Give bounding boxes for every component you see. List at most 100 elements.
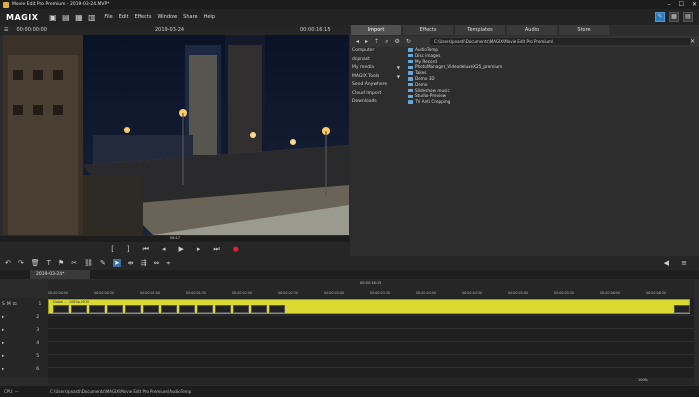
timeline-tab[interactable]: 2019-03-24* — [30, 270, 90, 279]
layout-grid-icon[interactable]: ▦ — [669, 12, 679, 22]
ruler-tick: 00:00:02:00 — [232, 291, 253, 295]
tab-import[interactable]: Import — [351, 25, 401, 35]
track-header-1[interactable]: S M ⊡ 1 — [2, 302, 41, 307]
mixer-icon[interactable]: ≡ — [681, 259, 687, 267]
sidebar-item-my-media[interactable]: My media ▼ — [350, 64, 406, 73]
magix-logo: MAGIX — [6, 12, 39, 22]
ruler-tick: 00:00:06:30 — [646, 291, 667, 295]
track-header-2[interactable]: ▸ 2 — [2, 315, 39, 320]
delete-icon[interactable]: 🗑 — [31, 259, 40, 267]
go-start-icon[interactable]: ⏮ — [143, 245, 149, 254]
menu-window[interactable]: Window — [157, 14, 177, 20]
folder-icon — [408, 77, 413, 81]
timeline-toolbar: ↶ ↷ 🗑 T ⚑ ✂ ⛓ ✎ ➤ ⇹ ⇶ ⇔ ⌖ ◀ ≡ — [0, 256, 699, 270]
play-icon[interactable]: ▶ — [178, 245, 183, 253]
pointer-icon[interactable]: ➤ — [112, 259, 121, 267]
track-divider — [48, 315, 694, 316]
volume-icon[interactable]: ◀ — [664, 259, 669, 267]
tab-effects[interactable]: Effects — [403, 25, 453, 35]
go-end-icon[interactable]: ⏭ — [213, 245, 219, 254]
sidebar-item-magix-tools[interactable]: MAGIX Tools ▼ — [350, 73, 406, 82]
vertical-scrollbar[interactable] — [694, 298, 699, 378]
mark-out-button[interactable]: ] — [127, 245, 130, 253]
sidebar-item-send-anywhere[interactable]: Send Anywhere — [350, 81, 406, 90]
clip-thumbnail — [233, 305, 249, 313]
timeline-ruler[interactable]: 00:00:16:15 00:00:00:00 00:00:00:30 00:0… — [48, 280, 694, 298]
menu-file[interactable]: File — [104, 14, 112, 20]
folder-icon — [408, 53, 413, 58]
sidebar-item-computer[interactable]: Computer — [350, 47, 406, 56]
clip-thumbnail — [89, 305, 105, 313]
menu-edit[interactable]: Edit — [119, 14, 129, 20]
title-icon[interactable]: T — [47, 259, 51, 267]
link-icon[interactable]: ⛓ — [84, 259, 93, 267]
minimize-button[interactable]: – — [668, 1, 671, 8]
record-icon[interactable]: ● — [233, 245, 239, 253]
close-panel-icon[interactable]: ✕ — [690, 38, 695, 45]
stretch-icon[interactable]: ⇔ — [153, 259, 159, 267]
save-icon[interactable]: ▤ — [61, 13, 70, 22]
menu-help[interactable]: Help — [204, 14, 215, 20]
track-area[interactable]: Dubai ... 1080p.MOV — [48, 298, 694, 378]
track-header-4[interactable]: ▸ 4 — [2, 341, 39, 346]
sidebar-item-downloads[interactable]: Downloads — [350, 98, 406, 107]
preview-timecode-right: 00:00:16:15 — [300, 27, 331, 33]
track-divider — [48, 341, 694, 342]
video-clip[interactable]: Dubai ... 1080p.MOV — [48, 299, 690, 314]
track-header-3[interactable]: ▸ 3 — [2, 328, 39, 333]
list-item[interactable]: TV Anti Cropping — [408, 99, 698, 105]
maximize-button[interactable]: ☐ — [679, 1, 684, 8]
horizontal-scrollbar[interactable]: 100% — [48, 378, 694, 385]
new-icon[interactable]: ▦ — [74, 13, 83, 22]
clip-thumbnail — [107, 305, 123, 313]
pen-icon[interactable]: ✎ — [100, 259, 106, 267]
tab-store[interactable]: Store — [559, 25, 609, 35]
layout-export-icon[interactable]: ▤ — [683, 12, 693, 22]
layout-edit-icon[interactable]: ✎ — [655, 12, 665, 22]
search-icon[interactable]: ⌕ — [385, 38, 388, 46]
track-header-6[interactable]: ▸ 6 — [2, 367, 39, 372]
folder-icon — [408, 82, 413, 87]
clip-thumbnail — [197, 305, 213, 313]
back-icon[interactable]: ◂ — [356, 38, 359, 45]
cut-icon[interactable]: ✂ — [71, 259, 77, 267]
settings-icon[interactable]: ⚙ — [394, 38, 399, 45]
tab-templates[interactable]: Templates — [455, 25, 505, 35]
expand-icon: ▸ — [2, 328, 5, 333]
next-frame-icon[interactable]: ▸ — [197, 245, 201, 253]
undo-icon[interactable]: ↶ — [5, 259, 11, 267]
marker-icon[interactable]: ⚑ — [58, 259, 64, 267]
path-field[interactable]: C:\Users\pnasti\Documents\MAGIX\Movie Ed… — [430, 38, 690, 45]
folder-icon — [408, 88, 413, 93]
media-pool-sidebar: Computer dcpnast My media ▼ MAGIX Tools ▼ … — [350, 47, 406, 256]
refresh-icon[interactable]: ↻ — [406, 38, 411, 45]
folder-icon[interactable]: ▣ — [48, 13, 57, 22]
menu-share[interactable]: Share — [183, 14, 197, 20]
close-button[interactable]: ✕ — [692, 1, 697, 8]
sidebar-item-dcpnast[interactable]: dcpnast — [350, 56, 406, 65]
tab-audio[interactable]: Audio — [507, 25, 557, 35]
up-icon[interactable]: ⇡ — [374, 38, 379, 45]
preview-timecode-left: 00:00:00:00 — [16, 27, 47, 33]
trim-icon[interactable]: ⇹ — [128, 259, 134, 267]
ripple-icon[interactable]: ⇶ — [141, 259, 147, 267]
ruler-tick: 00:00:02:30 — [278, 291, 299, 295]
menu-effects[interactable]: Effects — [134, 14, 151, 20]
folder-icon — [408, 71, 413, 75]
preview-menu-icon[interactable]: ☰ — [4, 27, 8, 33]
ruler-tick: 00:00:05:30 — [554, 291, 575, 295]
mark-in-button[interactable]: [ — [111, 245, 114, 253]
track-divider — [48, 367, 694, 368]
clip-thumbnail — [179, 305, 195, 313]
expand-icon: ▸ — [2, 315, 5, 320]
media-pool-tabs: Import Effects Templates Audio Store — [351, 25, 609, 35]
video-preview[interactable] — [3, 35, 349, 235]
track-header-5[interactable]: ▸ 5 — [2, 354, 39, 359]
sidebar-item-cloud-import[interactable]: Cloud Import — [350, 90, 406, 99]
export-icon[interactable]: ▥ — [87, 13, 96, 22]
clip-thumbnail — [53, 305, 69, 313]
snap-icon[interactable]: ⌖ — [166, 259, 170, 268]
prev-frame-icon[interactable]: ◂ — [162, 245, 166, 253]
forward-icon[interactable]: ▸ — [365, 38, 368, 45]
redo-icon[interactable]: ↷ — [18, 259, 24, 267]
